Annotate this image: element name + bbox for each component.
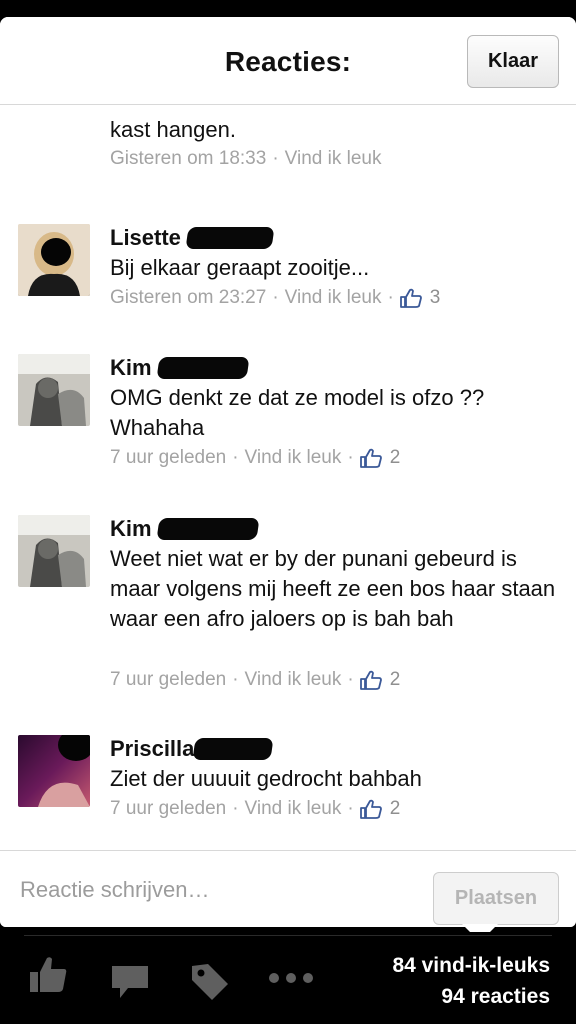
- comment-input[interactable]: [20, 873, 400, 907]
- like-comment-link[interactable]: Vind ik leuk: [245, 798, 342, 820]
- comment-text: Weet niet wat er by der punani gebeurd i…: [110, 546, 556, 631]
- like-comment-link[interactable]: Vind ik leuk: [245, 669, 342, 691]
- post-button[interactable]: Plaatsen: [433, 872, 559, 925]
- redaction-mark: [185, 227, 275, 249]
- meta-separator: ·: [347, 447, 354, 468]
- like-comment-link[interactable]: Vind ik leuk: [285, 148, 382, 170]
- comment-author-row: Kim: [110, 353, 250, 383]
- thumbs-up-icon: [359, 448, 382, 468]
- more-icon[interactable]: [268, 972, 314, 984]
- comment-composer: Plaatsen: [0, 850, 576, 927]
- avatar[interactable]: [18, 735, 90, 807]
- comments-header: Reacties: Klaar: [0, 17, 576, 105]
- comment-author[interactable]: Kim: [110, 355, 152, 381]
- comments-panel: Reacties: Klaar kast hangen. Gisteren om…: [0, 17, 576, 927]
- thumbs-up-icon[interactable]: [28, 954, 68, 994]
- redaction-mark: [192, 738, 274, 760]
- comment-time: Gisteren om 23:27: [110, 287, 267, 308]
- avatar-image: [18, 515, 90, 587]
- comment-item: Kim Weet niet wat er by der punani gebeu…: [0, 498, 576, 698]
- comment-meta: Gisteren om 18:33 · Vind ik leuk: [110, 148, 381, 170]
- thumbs-up-icon: [399, 288, 422, 308]
- done-button[interactable]: Klaar: [467, 35, 559, 88]
- comment-item: Lisette Bij elkaar geraapt zooitje... Gi…: [0, 207, 576, 317]
- comment-time: 7 uur geleden: [110, 798, 227, 819]
- avatar[interactable]: [18, 515, 90, 587]
- like-comment-link[interactable]: Vind ik leuk: [285, 287, 382, 309]
- comment-author[interactable]: Priscilla: [110, 736, 194, 762]
- bottom-toolbar: 84 vind-ik-leuks 94 reacties: [0, 932, 576, 1024]
- comment-author[interactable]: Kim: [110, 516, 152, 542]
- comment-time: 7 uur geleden: [110, 447, 227, 468]
- comment-time: 7 uur geleden: [110, 669, 227, 690]
- meta-separator: ·: [272, 148, 279, 169]
- engagement-counts: 84 vind-ik-leuks 94 reacties: [392, 950, 550, 1012]
- comment-list[interactable]: kast hangen. Gisteren om 18:33 · Vind ik…: [0, 106, 576, 844]
- meta-separator: ·: [347, 669, 354, 690]
- meta-separator: ·: [387, 287, 394, 308]
- thumbs-up-icon: [359, 670, 382, 690]
- comment-author-row: Lisette: [110, 223, 275, 253]
- redaction-mark: [156, 357, 250, 379]
- tag-icon[interactable]: [190, 962, 230, 1002]
- avatar-image: [18, 735, 90, 807]
- comment-meta: 7 uur geleden · Vind ik leuk · 2: [110, 798, 400, 820]
- like-count: 2: [389, 798, 401, 819]
- comment-item: kast hangen. Gisteren om 18:33 · Vind ik…: [0, 106, 576, 176]
- meta-separator: ·: [232, 669, 239, 690]
- like-count: 2: [389, 669, 401, 690]
- meta-separator: ·: [347, 798, 354, 819]
- likes-count[interactable]: 84 vind-ik-leuks: [392, 950, 550, 981]
- comment-author-row: Kim: [110, 514, 260, 544]
- comments-count[interactable]: 94 reacties: [392, 981, 550, 1012]
- meta-separator: ·: [232, 798, 239, 819]
- comment-meta: 7 uur geleden · Vind ik leuk · 2: [110, 669, 400, 691]
- avatar-image: [18, 354, 90, 426]
- redaction-mark: [156, 518, 260, 540]
- avatar-image: [18, 224, 90, 296]
- comment-meta: Gisteren om 23:27 · Vind ik leuk · 3: [110, 287, 440, 309]
- like-comment-link[interactable]: Vind ik leuk: [245, 447, 342, 469]
- comment-text: kast hangen.: [110, 117, 236, 142]
- comment-item: Priscilla Ziet der uuuuit gedrocht bahba…: [0, 718, 576, 828]
- comment-text: Bij elkaar geraapt zooitje...: [110, 255, 370, 280]
- thumbs-up-icon: [359, 799, 382, 819]
- meta-separator: ·: [272, 287, 279, 308]
- comment-meta: 7 uur geleden · Vind ik leuk · 2: [110, 447, 400, 469]
- comment-text: Ziet der uuuuit gedrocht bahbah: [110, 766, 422, 791]
- like-count: 3: [429, 287, 441, 308]
- avatar[interactable]: [18, 354, 90, 426]
- comment-text: OMG denkt ze dat ze model is ofzo ?? Wha…: [110, 385, 485, 440]
- speech-bubble-icon[interactable]: [110, 964, 150, 1000]
- comment-item: Kim OMG denkt ze dat ze model is ofzo ??…: [0, 337, 576, 477]
- comment-time: Gisteren om 18:33: [110, 148, 267, 169]
- like-count: 2: [389, 447, 401, 468]
- meta-separator: ·: [232, 447, 239, 468]
- avatar[interactable]: [18, 224, 90, 296]
- comment-author[interactable]: Lisette: [110, 225, 181, 251]
- comment-author-row: Priscilla: [110, 734, 274, 764]
- toolbar-divider: [24, 935, 552, 936]
